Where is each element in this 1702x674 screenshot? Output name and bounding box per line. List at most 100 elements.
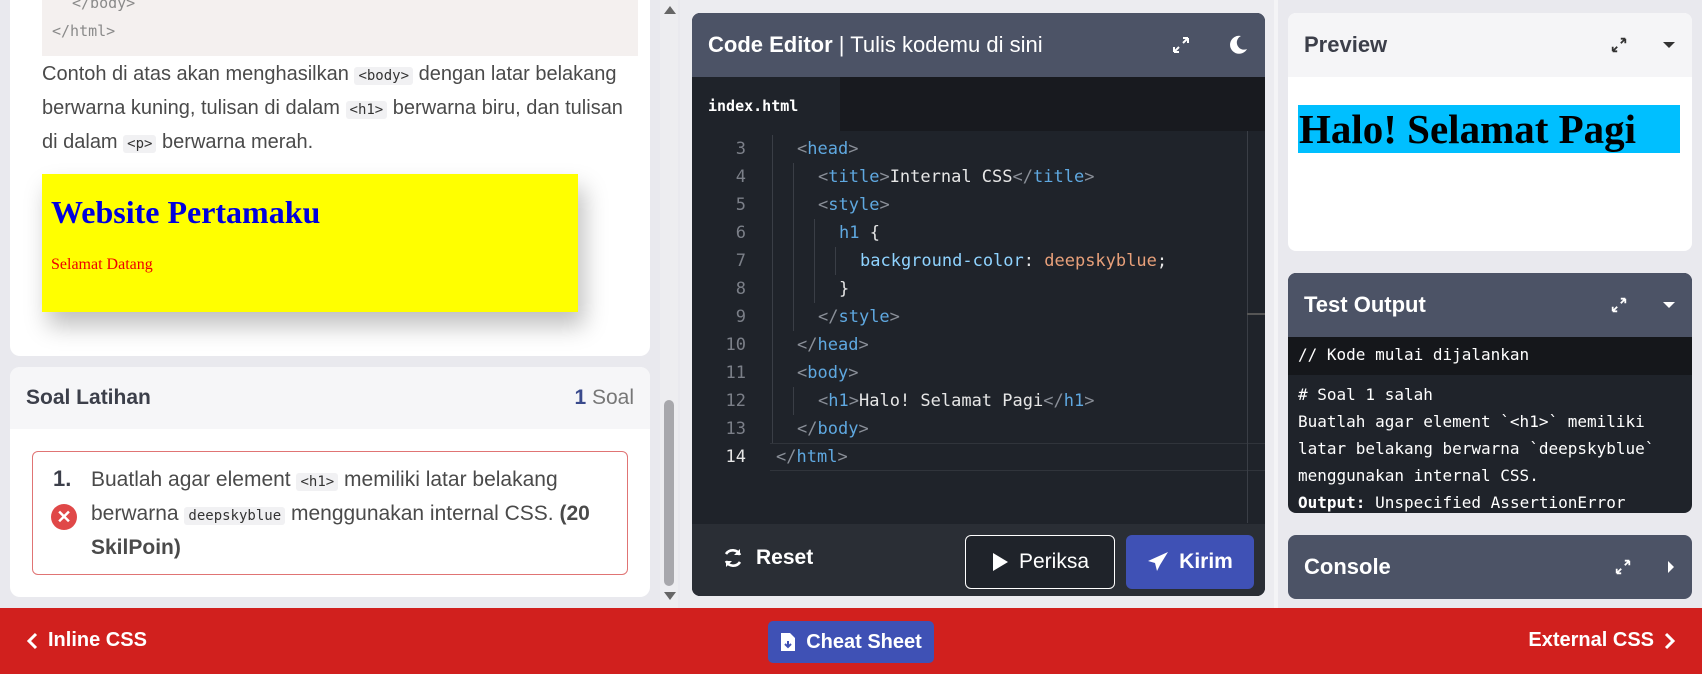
editor-title: Code Editor | Tulis kodemu di sini: [708, 32, 1043, 57]
code-line[interactable]: 7 background-color: deepskyblue;: [692, 247, 1265, 275]
preview-heading: Halo! Selamat Pagi: [1298, 105, 1680, 153]
inline-code-h1: <h1>: [345, 101, 388, 119]
indent-guide: [793, 303, 794, 331]
code-text: background-color: deepskyblue;: [860, 251, 1168, 271]
editor-scroll-marker: [1247, 313, 1265, 315]
editor-footer: Reset Periksa Kirim: [692, 524, 1265, 596]
code-text: </html>: [776, 447, 848, 467]
code-text: <h1>Halo! Selamat Pagi</h1>: [818, 391, 1095, 411]
code-text: }: [839, 279, 850, 299]
console-title: Console: [1304, 554, 1391, 579]
code-text: </style>: [818, 307, 900, 327]
moon-icon[interactable]: [1227, 34, 1249, 56]
indent-guide: [814, 247, 815, 275]
chevron-right-icon: [1664, 632, 1676, 650]
indent-guide: [835, 247, 836, 275]
exercise-count: 1 Soal: [574, 386, 634, 409]
code-line[interactable]: 9 </style>: [692, 303, 1265, 331]
kirim-button[interactable]: Kirim: [1126, 535, 1254, 589]
output-panels: Preview Halo! Selamat Pagi Test Output /…: [1278, 0, 1702, 608]
test-output-panel: Test Output // Kode mulai dijalankan # S…: [1288, 273, 1692, 513]
code-text: <head>: [797, 139, 859, 159]
code-text: h1 {: [839, 223, 880, 243]
code-text: </body>: [797, 419, 869, 439]
chevron-down-icon[interactable]: [1662, 300, 1676, 310]
indent-guide: [772, 219, 773, 247]
line-number: 13: [725, 419, 746, 439]
demo-heading: Website Pertamaku: [51, 194, 321, 230]
line-number: 4: [735, 167, 746, 187]
code-text: <style>: [818, 195, 890, 215]
line-number: 3: [735, 139, 746, 159]
line-number: 6: [735, 223, 746, 243]
tab-index-html[interactable]: index.html: [692, 77, 840, 131]
line-number: 12: [725, 391, 746, 411]
periksa-button[interactable]: Periksa: [965, 535, 1115, 589]
line-number: 14: [725, 447, 746, 467]
chevron-left-icon: [26, 632, 38, 650]
preview-header: Preview: [1288, 13, 1692, 77]
chevron-right-icon[interactable]: [1666, 560, 1676, 574]
test-output-title: Test Output: [1304, 292, 1426, 317]
code-area[interactable]: 3 <head> 4 <title>Internal CSS</title> 5 <sty…: [692, 131, 1265, 523]
line-number: 10: [725, 335, 746, 355]
indent-guide: [772, 135, 773, 163]
line-number: 7: [735, 251, 746, 271]
indent-guide: [793, 247, 794, 275]
scroll-thumb[interactable]: [664, 400, 674, 586]
code-line[interactable]: 11 <body>: [692, 359, 1265, 387]
line-number: 8: [735, 279, 746, 299]
exercise-number: 1.: [53, 466, 72, 491]
expand-icon[interactable]: [1610, 296, 1628, 314]
indent-guide: [772, 303, 773, 331]
indent-guide: [793, 191, 794, 219]
indent-guide: [772, 275, 773, 303]
chevron-down-icon[interactable]: [1662, 40, 1676, 50]
code-line[interactable]: 5 <style>: [692, 191, 1265, 219]
code-line[interactable]: 13 </body>: [692, 415, 1265, 443]
code-line[interactable]: 8}: [692, 275, 1265, 303]
scroll-down-arrow-icon[interactable]: [664, 592, 676, 600]
indent-guide: [772, 331, 773, 359]
lesson-panel: </body> </html> Contoh di atas akan meng…: [0, 0, 680, 608]
indent-guide: [772, 415, 773, 443]
console-panel[interactable]: Console: [1288, 535, 1692, 599]
code-text: <title>Internal CSS</title>: [818, 167, 1095, 187]
cheat-sheet-button[interactable]: Cheat Sheet: [768, 621, 934, 663]
expand-icon[interactable]: [1614, 558, 1632, 576]
code-line[interactable]: 14 </html>: [692, 443, 1265, 471]
expand-icon[interactable]: [1171, 35, 1191, 55]
code-text: </head>: [797, 335, 869, 355]
demo-output-box: Website Pertamaku Selamat Datang: [42, 174, 578, 312]
line-number: 11: [725, 363, 746, 383]
editor-tabbar: index.html: [692, 77, 1265, 131]
code-line[interactable]: 4 <title>Internal CSS</title>: [692, 163, 1265, 191]
code-line[interactable]: 12 <h1>Halo! Selamat Pagi</h1>: [692, 387, 1265, 415]
exercise-header: Soal Latihan 1 Soal: [10, 367, 650, 429]
code-line[interactable]: 10 </head>: [692, 331, 1265, 359]
app-root: </body> </html> Contoh di atas akan meng…: [0, 0, 1702, 674]
indent-guide: [772, 359, 773, 387]
code-line[interactable]: 3 <head>: [692, 135, 1265, 163]
lesson-paragraph: Contoh di atas akan menghasilkan <body> …: [42, 63, 623, 153]
editor-scrollbar[interactable]: [1247, 131, 1248, 523]
indent-guide: [793, 163, 794, 191]
lesson-card: </body> </html> Contoh di atas akan meng…: [10, 0, 650, 356]
indent-guide: [793, 387, 794, 415]
exercise-item[interactable]: 1. ✕ Buatlah agar element <h1> memiliki …: [32, 451, 628, 575]
code-snippet: </body> </html>: [42, 0, 638, 56]
preview-title: Preview: [1304, 32, 1388, 57]
indent-guide: [793, 219, 794, 247]
reset-button[interactable]: Reset: [722, 546, 813, 570]
demo-paragraph: Selamat Datang: [51, 256, 153, 273]
next-lesson-link[interactable]: External CSS: [1528, 629, 1676, 652]
inline-code-p: <p>: [123, 135, 157, 153]
inline-code-body: <body>: [354, 67, 414, 85]
scroll-up-arrow-icon[interactable]: [664, 6, 676, 14]
paper-plane-icon: [1147, 551, 1169, 573]
bottom-nav: Inline CSS Cheat Sheet External CSS: [0, 608, 1702, 674]
prev-lesson-link[interactable]: Inline CSS: [26, 629, 147, 652]
expand-icon[interactable]: [1610, 36, 1628, 54]
x-circle-icon: ✕: [51, 504, 77, 530]
code-line[interactable]: 6 h1 {: [692, 219, 1265, 247]
